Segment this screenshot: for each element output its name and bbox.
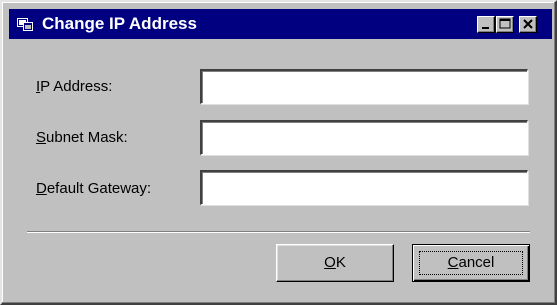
subnet-mask-label-mnemonic: S: [36, 129, 47, 146]
default-gateway-label-text: efault Gateway:: [46, 180, 152, 197]
cancel-button-label: ancel: [458, 254, 495, 271]
ok-button[interactable]: OK: [276, 244, 394, 282]
default-gateway-label-mnemonic: D: [36, 180, 47, 197]
window-title: Change IP Address: [42, 14, 197, 33]
subnet-mask-label: Subnet Mask:: [36, 129, 128, 146]
separator: [27, 231, 530, 233]
ip-address-input[interactable]: [200, 69, 528, 104]
default-gateway-label: Default Gateway:: [36, 180, 151, 197]
ip-address-label-text: P Address:: [40, 78, 113, 95]
ip-address-label: IP Address:: [36, 78, 112, 95]
title-bar[interactable]: Change IP Address: [9, 9, 552, 39]
app-icon: [17, 17, 33, 31]
maximize-icon: [499, 18, 511, 29]
close-button[interactable]: [519, 16, 537, 33]
minimize-icon: [482, 27, 489, 29]
minimize-button[interactable]: [477, 16, 495, 33]
subnet-mask-label-text: ubnet Mask:: [46, 129, 128, 146]
ok-button-label: K: [335, 254, 346, 271]
maximize-button[interactable]: [496, 16, 514, 33]
cancel-button-mnemonic: C: [447, 254, 459, 271]
close-icon: [523, 19, 533, 29]
cancel-button[interactable]: Cancel: [412, 244, 530, 282]
default-gateway-input[interactable]: [200, 170, 528, 205]
change-ip-dialog: Change IP Address IP Address: Subnet Mas…: [0, 0, 557, 305]
subnet-mask-input[interactable]: [200, 120, 528, 155]
ok-button-mnemonic: O: [324, 254, 336, 271]
